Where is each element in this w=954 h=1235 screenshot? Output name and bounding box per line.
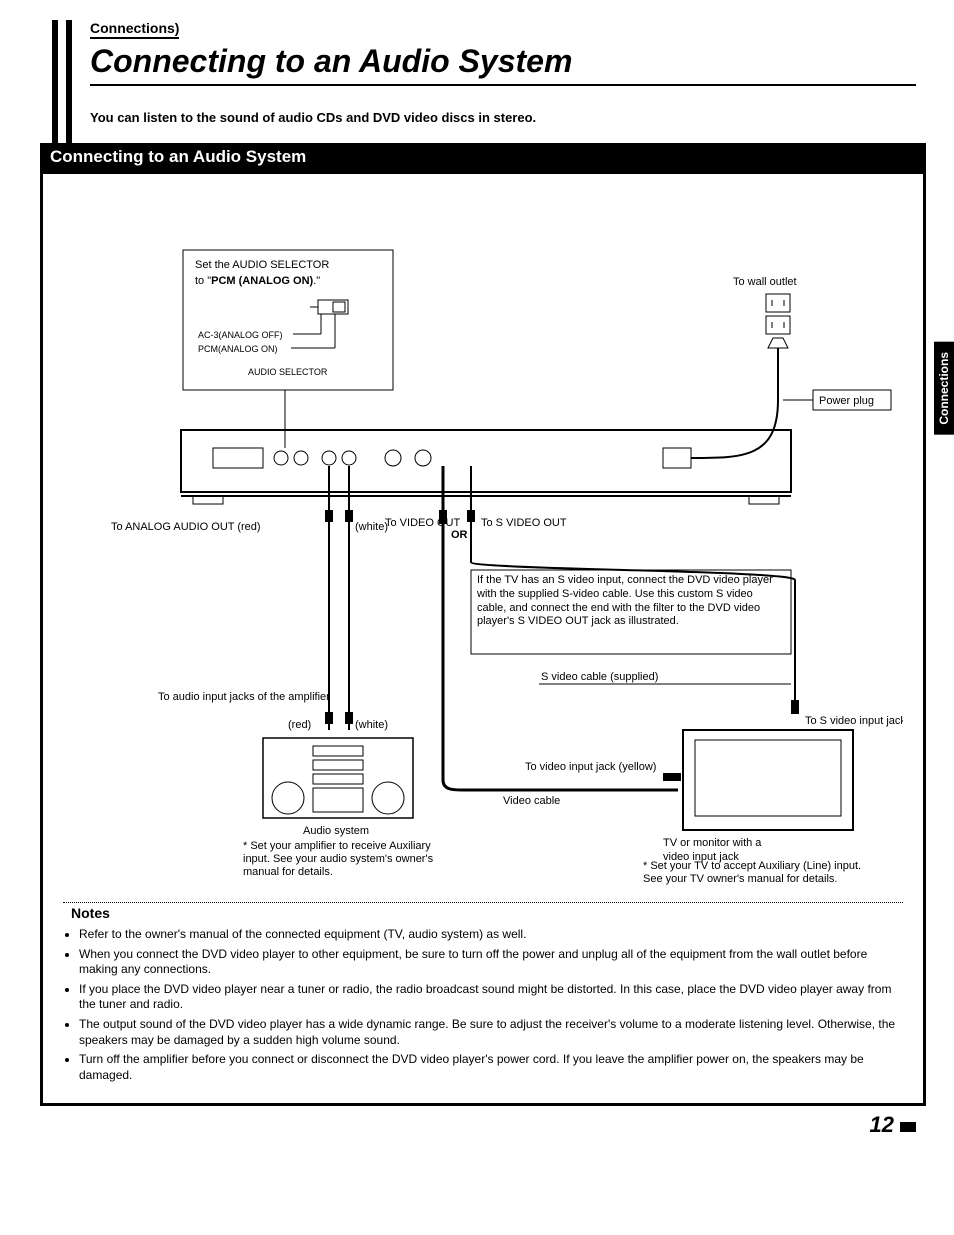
notes-header: Notes (63, 902, 903, 921)
notes-list: Refer to the owner's manual of the conne… (63, 927, 903, 1083)
page-title: Connecting to an Audio System (90, 43, 916, 86)
intro-text: You can listen to the sound of audio CDs… (90, 110, 916, 125)
svg-text:S video cable (supplied): S video cable (supplied) (541, 671, 658, 683)
svg-text:Power plug: Power plug (819, 395, 874, 407)
note-item: When you connect the DVD video player to… (79, 947, 903, 978)
svg-text:OR: OR (451, 529, 468, 541)
breadcrumb: Connections (90, 20, 179, 39)
svg-text:AC-3(ANALOG OFF): AC-3(ANALOG OFF) (198, 330, 283, 340)
svg-text:Video cable: Video cable (503, 795, 560, 807)
note-item: Refer to the owner's manual of the conne… (79, 927, 903, 943)
note-item: Turn off the amplifier before you connec… (79, 1052, 903, 1083)
note-item: If you place the DVD video player near a… (79, 982, 903, 1013)
svg-text:To S video input jack: To S video input jack (805, 715, 903, 727)
svg-text:To ANALOG AUDIO OUT (red): To ANALOG AUDIO OUT (red) (111, 521, 261, 533)
section-header: Connecting to an Audio System (40, 143, 926, 171)
svg-text:To S VIDEO OUT: To S VIDEO OUT (481, 517, 567, 529)
diagram-svg: Set the AUDIO SELECTOR to "PCM (ANALOG O… (63, 200, 903, 900)
connection-diagram: Set the AUDIO SELECTOR to "PCM (ANALOG O… (40, 171, 926, 1106)
page-number: 12 (50, 1112, 916, 1138)
svg-text:AUDIO SELECTOR: AUDIO SELECTOR (248, 367, 328, 377)
svg-text:To audio input jacks of the am: To audio input jacks of the amplifier (158, 691, 330, 703)
svg-text:Audio system: Audio system (303, 825, 369, 837)
svg-text:to "PCM (ANALOG ON).": to "PCM (ANALOG ON)." (195, 275, 320, 287)
svg-text:(red): (red) (288, 719, 311, 731)
svg-text:To wall outlet: To wall outlet (733, 276, 797, 288)
svg-text:Set the AUDIO SELECTOR: Set the AUDIO SELECTOR (195, 259, 329, 271)
decorative-bars (52, 20, 72, 145)
svg-text:(white): (white) (355, 521, 388, 533)
note-item: The output sound of the DVD video player… (79, 1017, 903, 1048)
svg-text:PCM(ANALOG ON): PCM(ANALOG ON) (198, 344, 278, 354)
svg-text:To VIDEO OUT: To VIDEO OUT (385, 517, 460, 529)
svg-text:(white): (white) (355, 719, 388, 731)
svg-text:To video input jack (yellow): To video input jack (yellow) (525, 761, 656, 773)
